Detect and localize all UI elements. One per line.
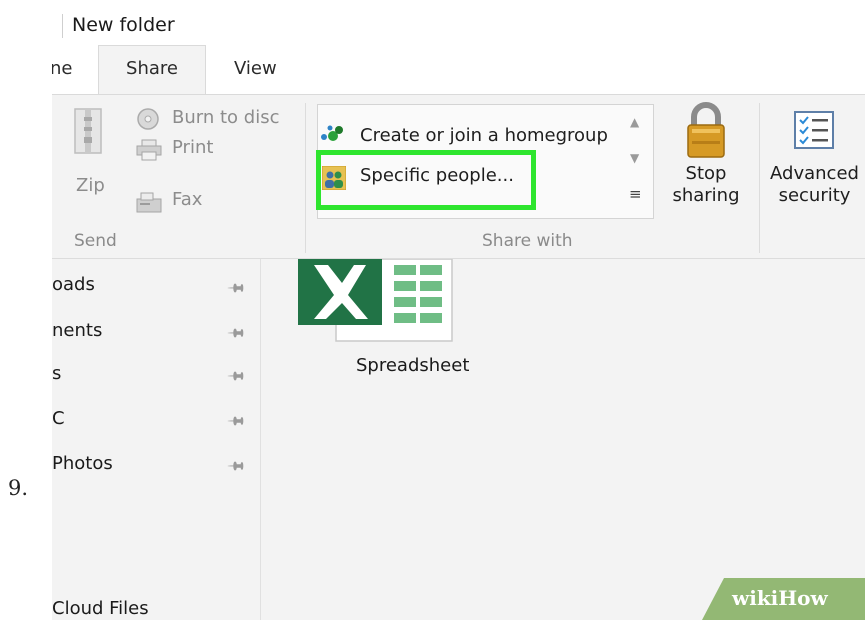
navigation-pane: oads 🖈 nents 🖈 s 🖈 C 🖈 Photos 🖈 Cloud Fi… [52,259,261,620]
nav-item-documents[interactable]: nents [52,320,102,341]
zip-icon [74,108,102,154]
padlock-icon [687,102,725,158]
watermark-text-how: How [778,586,828,610]
nav-item-cloud-files[interactable]: Cloud Files [52,598,149,619]
homegroup-label: Create or join a homegroup [360,125,608,146]
window-title: New folder [72,14,175,36]
burn-to-disc-label: Burn to disc [172,107,280,128]
spreadsheet-file-label: Spreadsheet [356,355,470,376]
stop-sharing-label: Stop sharing [664,163,748,207]
wikihow-watermark: wikiHow [702,578,865,620]
spreadsheet-file[interactable]: Spreadsheet [291,259,469,389]
share-with-group-label: Share with [482,231,573,251]
pin-icon[interactable]: 🖈 [221,275,251,305]
pin-icon[interactable]: 🖈 [221,320,251,350]
disc-icon [137,108,159,130]
fax-icon [136,192,162,213]
fax-label: Fax [172,189,203,210]
homegroup-icon [321,125,343,141]
tab-home[interactable]: ne [52,58,72,79]
advanced-security-line1: Advanced [770,163,859,184]
tab-share[interactable]: Share [98,45,206,94]
pin-icon[interactable]: 🖈 [221,363,251,393]
title-bar: New folder [52,0,865,46]
homegroup-item[interactable]: Create or join a homegroup [320,123,620,153]
print-label: Print [172,137,214,158]
pin-icon[interactable]: 🖈 [221,453,251,483]
fax-button[interactable]: Fax [136,187,236,215]
expand-gallery-icon[interactable]: ≡ [629,185,642,203]
excel-file-icon [298,259,453,342]
scroll-down-icon[interactable]: ▼ [630,151,639,165]
watermark-text-wiki: wiki [732,586,779,610]
print-button[interactable]: Print [136,135,236,163]
tab-view[interactable]: View [234,58,277,79]
stop-sharing-separator [759,103,760,253]
nav-item-downloads[interactable]: oads [52,274,95,295]
pin-icon[interactable]: 🖈 [221,408,251,438]
security-checklist-icon [794,111,834,149]
step-number: 9. [8,476,29,500]
scroll-up-icon[interactable]: ▲ [630,115,639,129]
stop-sharing-button[interactable]: Stop sharing [664,101,748,226]
zip-label: Zip [76,175,105,196]
send-group-label: Send [74,231,117,251]
title-separator [62,14,63,38]
advanced-security-label: Advanced security [764,163,865,207]
ribbon-tabs: ne Share View [52,45,865,95]
advanced-security-line2: security [778,185,851,206]
share-list-scrollbar[interactable]: ▲ ▼ ≡ [624,105,650,218]
file-explorer-window: New folder ne Share View Zip Burn to dis… [52,0,865,620]
watermark-text: wikiHow [732,586,828,610]
send-group-separator [305,103,306,253]
advanced-security-button[interactable]: Advanced security [764,101,865,226]
nav-item-this-pc[interactable]: C [52,408,65,429]
step-highlight-box [316,150,536,210]
stop-sharing-line1: Stop [685,163,727,184]
burn-to-disc-button[interactable]: Burn to disc [136,105,296,133]
stop-sharing-line2: sharing [672,185,740,206]
file-content-pane: Spreadsheet [261,259,865,620]
share-ribbon: Zip Burn to disc Print Fax Send Create o… [52,95,865,259]
nav-item-pictures[interactable]: s [52,363,61,384]
nav-item-photos[interactable]: Photos [52,453,113,474]
printer-icon [136,139,162,161]
zip-button[interactable]: Zip [66,107,110,217]
